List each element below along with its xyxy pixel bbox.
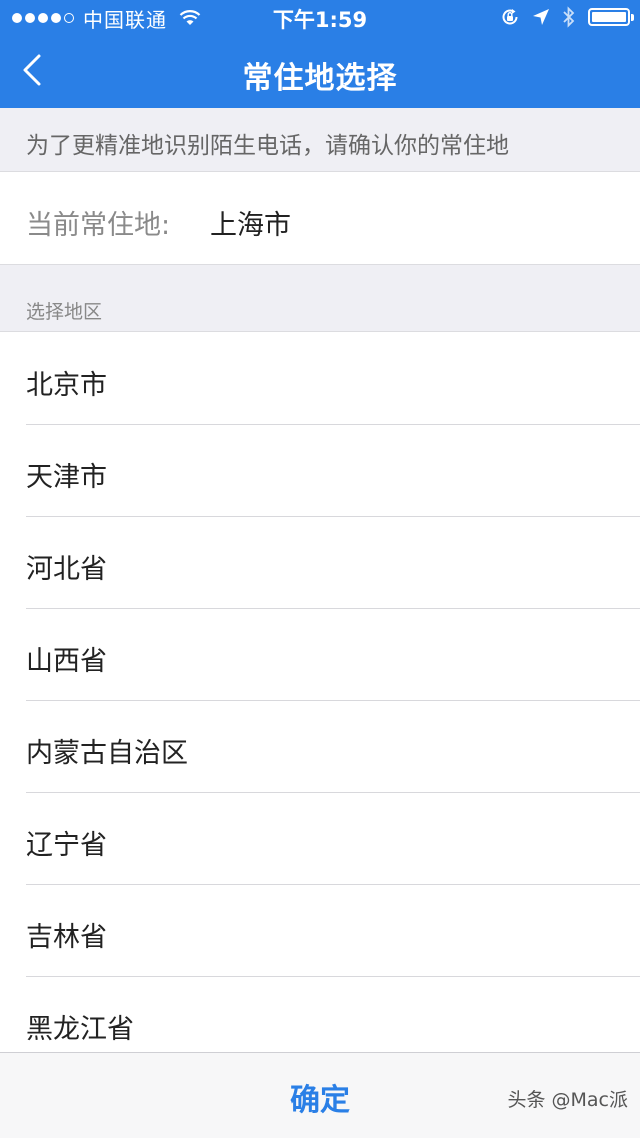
info-text: 为了更精准地识别陌生电话，请确认你的常住地: [26, 133, 509, 159]
region-label: 天津市: [26, 462, 107, 493]
region-label: 河北省: [26, 554, 107, 585]
region-item[interactable]: 河北省: [0, 517, 640, 609]
region-label: 内蒙古自治区: [26, 738, 188, 769]
battery-icon: [588, 8, 634, 26]
page-title: 常住地选择: [242, 61, 398, 96]
region-item[interactable]: 辽宁省: [0, 793, 640, 885]
region-label: 辽宁省: [26, 830, 107, 861]
nav-bar: 常住地选择: [0, 36, 640, 108]
region-label: 黑龙江省: [26, 1014, 134, 1045]
location-arrow-icon: [532, 8, 550, 26]
current-residence-label: 当前常住地:: [26, 210, 171, 241]
section-header: 选择地区: [0, 264, 640, 332]
section-title: 选择地区: [26, 301, 103, 323]
region-item[interactable]: 北京市: [0, 333, 640, 425]
region-label: 山西省: [26, 646, 107, 677]
region-item[interactable]: 黑龙江省: [0, 977, 640, 1053]
region-label: 吉林省: [26, 922, 107, 953]
status-right: [500, 4, 634, 30]
current-residence-value: 上海市: [210, 210, 291, 241]
bottom-bar: 确定 头条 @Mac派: [0, 1052, 640, 1138]
screen: 中国联通 下午1:59 常住地选择 为了更精准地识别陌生电话，请确认你的常住地 …: [0, 0, 640, 1138]
bluetooth-icon: [562, 6, 576, 28]
current-residence-row: 当前常住地: 上海市: [0, 173, 640, 263]
region-item[interactable]: 天津市: [0, 425, 640, 517]
orientation-lock-icon: [500, 7, 520, 27]
region-label: 北京市: [26, 370, 107, 401]
region-item[interactable]: 吉林省: [0, 885, 640, 977]
header: 中国联通 下午1:59 常住地选择: [0, 0, 640, 108]
region-list[interactable]: 北京市 天津市 河北省 山西省 内蒙古自治区 辽宁省 吉林省 黑龙江省: [0, 333, 640, 1053]
status-bar: 中国联通 下午1:59: [0, 0, 640, 36]
info-banner: 为了更精准地识别陌生电话，请确认你的常住地: [0, 108, 640, 172]
watermark: 头条 @Mac派: [507, 1089, 628, 1111]
region-item[interactable]: 山西省: [0, 609, 640, 701]
region-item[interactable]: 内蒙古自治区: [0, 701, 640, 793]
